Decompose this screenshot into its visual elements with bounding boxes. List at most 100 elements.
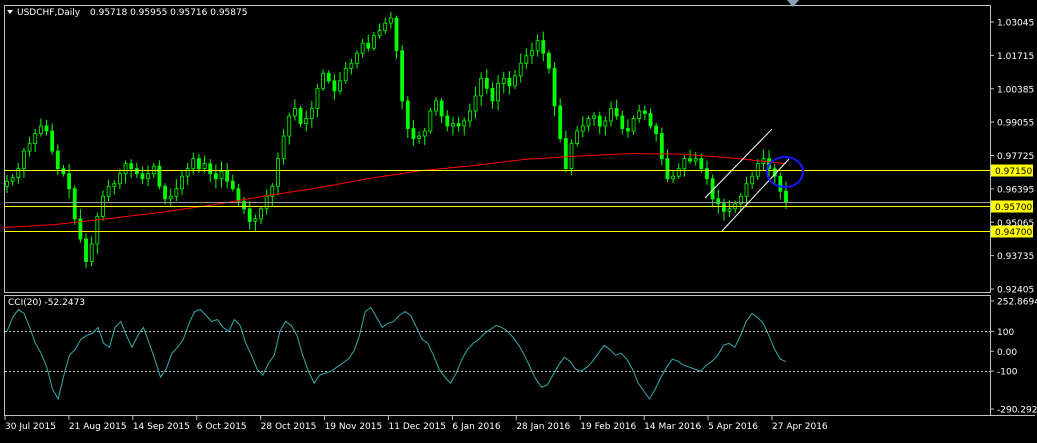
candle-body [648, 113, 653, 127]
candle-body [682, 158, 687, 170]
candle-body [191, 158, 196, 170]
candle-body [309, 108, 314, 119]
candle-body [417, 135, 421, 139]
y-tick-label: 1.00385 [997, 85, 1034, 95]
candle-body [106, 185, 111, 197]
candle-body [665, 158, 670, 180]
candle-body [784, 190, 788, 203]
triangle-down-icon[interactable] [7, 10, 13, 14]
candle-body [247, 208, 252, 222]
candle-body [219, 170, 224, 180]
candle-body [117, 173, 122, 185]
candle-body [321, 72, 326, 89]
candle-body [614, 108, 619, 117]
candle-body [693, 158, 698, 162]
x-tick-label: 28 Oct 2015 [261, 422, 317, 432]
candle-body [129, 163, 134, 170]
cci-y-tick-label: 252.8694 [997, 298, 1037, 308]
candle-body [134, 168, 139, 175]
candle-body [744, 183, 749, 197]
y-tick-label: 0.95065 [997, 219, 1034, 229]
candle-body [716, 198, 721, 205]
ohlc-values: 0.95718 0.95955 0.95716 0.95875 [90, 8, 247, 18]
candle-body [394, 17, 399, 52]
candle-body [151, 165, 156, 175]
candle-body [5, 180, 9, 187]
main-pane-border [4, 5, 991, 293]
candle-body [185, 168, 190, 177]
x-tick-label: 14 Mar 2016 [644, 422, 701, 432]
candle-body [157, 165, 162, 187]
candle-body [10, 177, 15, 182]
candle-body [304, 118, 309, 124]
x-tick-label: 27 Apr 2016 [772, 422, 828, 432]
cci-y-tick-label: -100 [997, 368, 1018, 378]
candle-body [253, 218, 258, 222]
candle-body [230, 180, 235, 190]
candle-body [727, 208, 732, 212]
cci-label: CCI(20) -52.2473 [8, 298, 85, 308]
candle-body [146, 173, 151, 180]
level-tag-label: 0.95700 [995, 203, 1032, 213]
candle-body [33, 133, 38, 144]
candle-body [22, 150, 26, 170]
candle-body [89, 243, 94, 262]
level-tag-label: 0.97150 [995, 167, 1032, 177]
candle-body [377, 30, 382, 37]
candle-body [778, 175, 783, 192]
candle-body [225, 170, 230, 182]
x-tick-label: 6 Jan 2016 [452, 422, 500, 432]
chart-window[interactable]: 0.97150 0.95700 0.94700 1.03045 1.01715 1.003… [0, 0, 1037, 439]
x-tick-label: 19 Nov 2015 [325, 422, 383, 432]
cci-y-tick-label: -290.2926 [997, 406, 1037, 416]
candle-body [84, 238, 88, 262]
candle-body [383, 22, 388, 32]
candle-body [580, 125, 585, 132]
candle-body [236, 188, 241, 202]
x-tick-label: 28 Jan 2016 [516, 422, 570, 432]
candle-body [484, 77, 489, 89]
candle-body [490, 87, 495, 102]
candle-body [202, 163, 207, 170]
candle-body [699, 158, 704, 170]
x-tick-label: 11 Dec 2015 [389, 422, 447, 432]
candle-body [61, 168, 66, 175]
candle-body [563, 138, 568, 170]
x-tick-label: 30 Jul 2015 [5, 422, 56, 432]
level-tag: 0.97150 [991, 164, 1033, 177]
candle-body [343, 67, 348, 82]
candle-body [513, 75, 517, 87]
candle-body [213, 173, 218, 180]
y-tick-label: 0.97725 [997, 152, 1034, 162]
candle-body [326, 72, 331, 82]
candle-body [467, 110, 472, 122]
x-tick-label: 6 Oct 2015 [197, 422, 247, 432]
candle-body [603, 120, 608, 127]
price-pane [1, 12, 990, 269]
candle-body [507, 77, 512, 87]
y-tick-label: 1.01715 [997, 52, 1034, 62]
candle-body [360, 42, 365, 54]
chart-shift-marker[interactable] [787, 0, 799, 7]
candle-body [400, 50, 405, 102]
cci-y-tick-label: 0.00 [997, 348, 1017, 358]
candle-body [67, 173, 71, 190]
candle-body [597, 115, 602, 127]
candle-body [405, 100, 410, 129]
candle-body [558, 105, 563, 139]
candle-body [586, 118, 591, 127]
candle-body [552, 67, 557, 107]
x-tick-label: 14 Sep 2015 [133, 422, 190, 432]
candle-body [44, 125, 49, 132]
candle-body [174, 188, 179, 197]
candle-body [315, 87, 320, 109]
candle-body [750, 175, 755, 185]
candle-body [575, 130, 580, 144]
candle-body [140, 173, 145, 180]
chart-svg[interactable]: 0.97150 0.95700 0.94700 1.03045 1.01715 1.003… [0, 0, 1037, 439]
candle-body [518, 62, 523, 77]
candle-body [496, 82, 501, 102]
highlight-circle[interactable] [766, 156, 804, 188]
x-tick-label: 19 Feb 2016 [580, 422, 636, 432]
candle-body [501, 77, 506, 84]
